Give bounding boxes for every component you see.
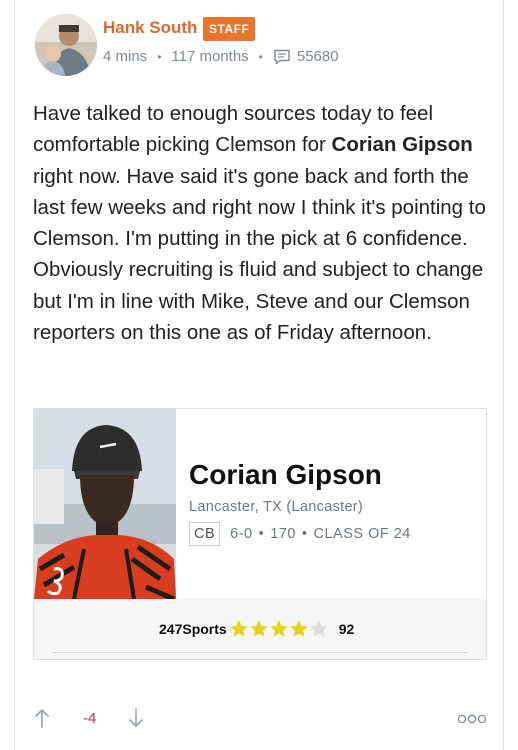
forum-post-card: Hank South STAFF 4 mins • 117 months • 5… [14,0,504,750]
player-class: CLASS OF 24 [313,526,411,542]
divider [52,652,468,653]
member-age: 117 months [171,48,249,65]
author-name[interactable]: Hank South [103,18,197,38]
rating-bar: 247Sports 92 [34,599,486,659]
player-position: CB [189,522,221,546]
post-meta: 4 mins • 117 months • 55680 [103,48,339,65]
meta-separator: • [258,49,263,64]
star-icon [269,620,288,637]
post-body: Have talked to enough sources today to f… [33,98,493,348]
message-icon [274,49,290,64]
player-card[interactable]: Corian Gipson Lancaster, TX (Lancaster) … [33,408,487,660]
more-options-icon[interactable] [457,713,487,725]
upvote-arrow-icon[interactable] [35,708,49,728]
rating-score: 92 [338,621,355,637]
post-time: 4 mins [103,48,148,65]
rating-source: 247Sports [159,621,227,637]
star-icon [229,620,248,637]
message-count[interactable]: 55680 [297,48,339,65]
player-height: 6-0 [230,526,253,542]
player-location: Lancaster, TX (Lancaster) [189,499,364,515]
star-icon [289,620,308,637]
staff-badge: STAFF [203,17,256,41]
post-actions: -4 [15,700,505,740]
meta-separator: • [157,49,162,64]
post-body-player-name: Corian Gipson [331,133,473,157]
star-icon [249,620,268,637]
post-body-part-2: right now. Have said it's gone back and … [33,164,486,345]
star-icon [309,620,328,637]
info-separator: • [258,526,265,542]
author-avatar[interactable] [35,14,97,76]
player-info: CB 6-0 • 170 • CLASS OF 24 [189,522,411,546]
player-name[interactable]: Corian Gipson [189,459,382,491]
player-weight: 170 [270,526,296,542]
downvote-arrow-icon[interactable] [129,708,143,728]
vote-count: -4 [83,710,97,727]
info-separator: • [301,526,308,542]
player-photo [34,409,176,599]
player-rating: 247Sports 92 [159,619,354,639]
star-rating [229,619,329,639]
